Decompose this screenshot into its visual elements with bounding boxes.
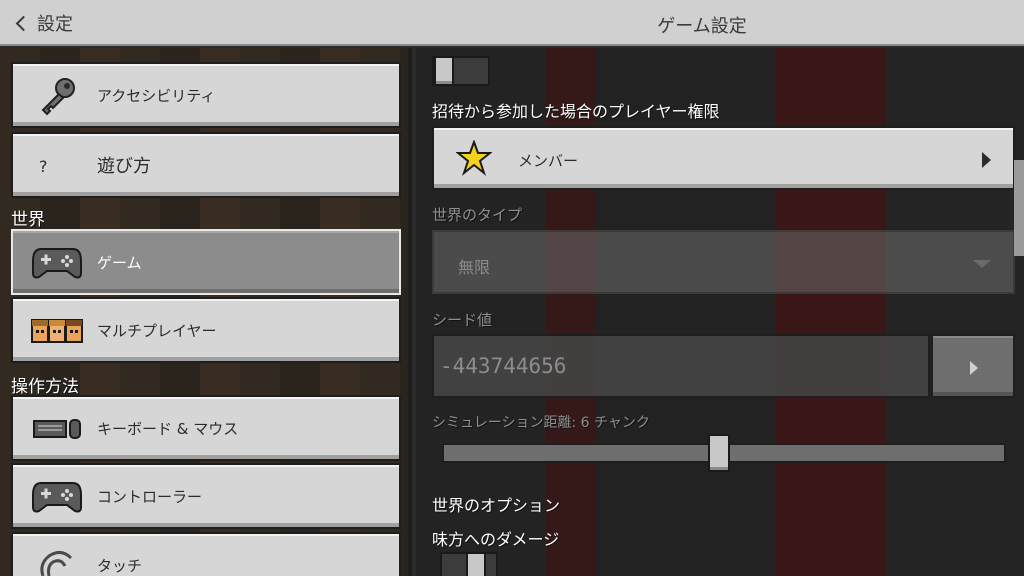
sidebar-item-label: マルチプレイヤー: [97, 321, 217, 340]
sidebar-item-multiplayer[interactable]: マルチプレイヤー: [11, 297, 401, 363]
toggle-knob[interactable]: [434, 56, 454, 86]
sidebar-item-how-to-play[interactable]: ? 遊び方: [11, 132, 401, 198]
page-title: ゲーム設定: [657, 16, 747, 37]
section-title-world: 世界: [11, 210, 45, 230]
settings-panel: 招待から参加した場合のプレイヤー権限 メンバー 世界のタイプ 無限 シード値 -…: [416, 48, 1024, 576]
friendly-fire-toggle[interactable]: [440, 552, 498, 576]
back-label: 設定: [37, 14, 73, 35]
seed-value: -443744656: [440, 354, 567, 378]
world-type-label: 世界のタイプ: [432, 206, 523, 224]
sidebar: アクセシビリティ ? 遊び方 世界 ゲーム マルチプレイヤー 操作方法 キーボー…: [0, 48, 412, 576]
sidebar-item-game[interactable]: ゲーム: [11, 229, 401, 295]
sidebar-item-accessibility[interactable]: アクセシビリティ: [11, 62, 401, 128]
simulation-distance-label: シミュレーション距離: 6 チャンク: [432, 415, 650, 431]
invite-permission-label: 招待から参加した場合のプレイヤー権限: [432, 102, 720, 121]
section-title-controls: 操作方法: [11, 377, 79, 397]
invite-permission-dropdown[interactable]: メンバー: [432, 126, 1015, 190]
sidebar-item-label: コントローラー: [97, 487, 203, 506]
star-icon: [455, 139, 493, 180]
key-icon: [29, 76, 85, 116]
sidebar-item-label: 遊び方: [97, 156, 151, 177]
seed-label: シード値: [432, 311, 493, 329]
sidebar-item-label: アクセシビリティ: [97, 86, 216, 105]
players-icon: [29, 311, 85, 351]
arrow-right-icon: [982, 152, 991, 168]
simulation-distance-knob[interactable]: [707, 434, 730, 472]
sidebar-item-controller[interactable]: コントローラー: [11, 463, 401, 529]
touch-icon: [29, 546, 85, 576]
toggle-knob[interactable]: [466, 552, 486, 576]
world-type-value: 無限: [458, 258, 491, 277]
controller-icon: [29, 477, 85, 517]
top-toggle[interactable]: [432, 56, 490, 86]
question-icon: ?: [39, 156, 48, 176]
seed-input[interactable]: -443744656: [432, 334, 930, 398]
controller-icon: [29, 243, 85, 283]
world-type-dropdown[interactable]: 無限: [432, 230, 1015, 294]
friendly-fire-label: 味方へのダメージ: [432, 530, 560, 549]
seed-action-button[interactable]: [931, 334, 1015, 398]
back-button[interactable]: 設定: [10, 6, 100, 40]
sidebar-item-label: キーボード & マウス: [97, 419, 239, 438]
invite-permission-value: メンバー: [518, 152, 579, 170]
sidebar-item-label: タッチ: [97, 556, 143, 575]
sidebar-item-keyboard-mouse[interactable]: キーボード & マウス: [11, 395, 401, 461]
world-options-heading: 世界のオプション: [432, 496, 561, 515]
top-bar: 設定 ゲーム設定: [0, 0, 1024, 46]
scrollbar[interactable]: [1014, 160, 1024, 256]
play-arrow-icon: [970, 361, 978, 375]
chevron-down-icon: [973, 260, 991, 268]
keyboard-mouse-icon: [29, 409, 85, 449]
chevron-left-icon: [15, 15, 32, 31]
sidebar-item-touch[interactable]: タッチ: [11, 532, 401, 576]
sidebar-item-label: ゲーム: [97, 253, 142, 272]
